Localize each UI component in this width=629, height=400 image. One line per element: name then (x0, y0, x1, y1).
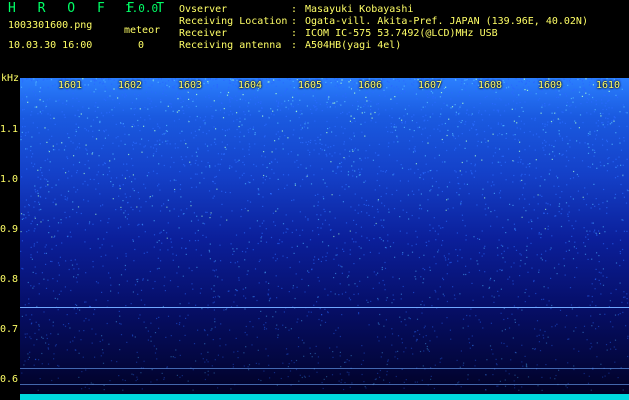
x-tick-label: 1601 (58, 80, 83, 91)
x-tick-label: 1610 (596, 80, 621, 91)
info-key: Receiving antenna (179, 40, 282, 51)
info-row-location: Receiving Location: Ogata-vill. Akita-Pre… (179, 16, 588, 27)
x-tick-label: 1605 (298, 80, 323, 91)
carrier-line (20, 384, 629, 385)
x-tick-label: 1604 (238, 80, 263, 91)
meteor-label: meteor (124, 25, 161, 36)
info-value: ICOM IC-575 53.7492(@LCD)MHz USB (305, 28, 498, 39)
y-tick-label: 0.7 (0, 324, 19, 335)
app-version: 1.0.0 (125, 2, 159, 15)
info-row-antenna: Receiving antenna: A504HB(yagi 4el) (179, 40, 402, 51)
info-key: Ovserver (179, 4, 228, 15)
x-tick-label: 1608 (478, 80, 503, 91)
carrier-line (20, 368, 629, 369)
info-key: Receiving Location (179, 16, 288, 27)
x-tick-label: 1607 (418, 80, 443, 91)
info-row-receiver: Receiver: ICOM IC-575 53.7492(@LCD)MHz US… (179, 28, 498, 39)
spectrogram-plot (20, 78, 629, 400)
y-tick-label: 1.1 (0, 124, 19, 135)
noise-floor-band (20, 394, 629, 400)
x-tick-label: 1602 (118, 80, 143, 91)
datetime: 10.03.30 16:00 (8, 40, 93, 51)
y-tick-label: 0.9 (0, 224, 19, 235)
x-tick-label: 1606 (358, 80, 383, 91)
y-axis: 1.1 1.0 0.9 0.8 0.7 0.6 (0, 78, 20, 400)
info-value: Masayuki Kobayashi (305, 4, 414, 15)
x-tick-label: 1609 (538, 80, 563, 91)
y-tick-label: 1.0 (0, 174, 19, 185)
info-row-observer: Ovserver: Masayuki Kobayashi (179, 4, 414, 15)
filename: 1003301600.png (8, 20, 93, 31)
x-tick-label: 1603 (178, 80, 203, 91)
info-value: A504HB(yagi 4el) (305, 40, 402, 51)
info-value: Ogata-vill. Akita-Pref. JAPAN (139.96E, … (305, 16, 588, 27)
meteor-count: 0 (138, 40, 145, 51)
info-key: Receiver (179, 28, 228, 39)
carrier-line (20, 307, 629, 308)
spectrogram-noise (20, 78, 629, 400)
y-tick-label: 0.8 (0, 274, 19, 285)
header-panel: H R O F F T 1.0.0 1003301600.png meteor … (0, 0, 629, 78)
y-tick-label: 0.6 (0, 374, 19, 385)
y-axis-unit: kHz (1, 73, 20, 84)
